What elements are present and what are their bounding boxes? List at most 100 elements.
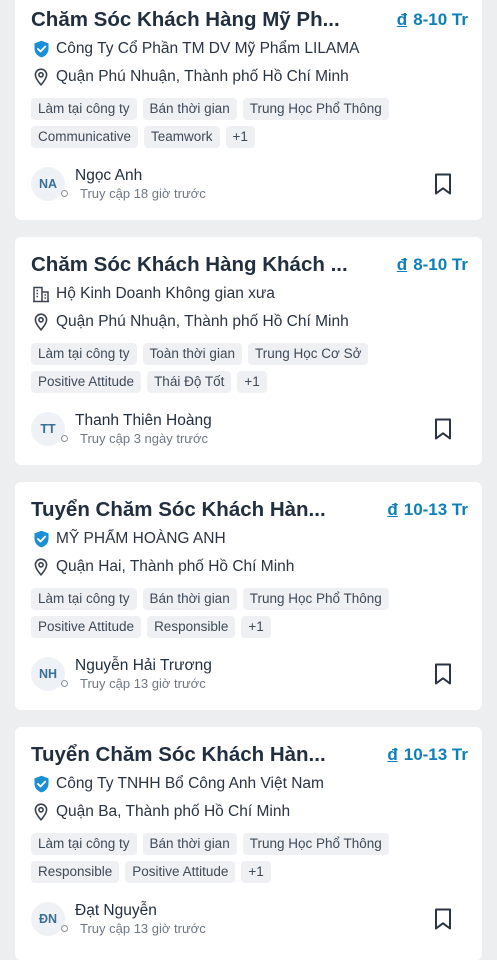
location-pin-icon <box>32 803 50 821</box>
location-pin-icon <box>32 558 50 576</box>
skill-tag: Positive Attitude <box>31 371 142 393</box>
skill-tag: Responsible <box>147 616 236 638</box>
bookmark-button[interactable] <box>430 905 456 933</box>
verified-check-icon <box>32 40 50 58</box>
tag: Bán thời gian <box>142 588 237 610</box>
currency-symbol: đ <box>387 745 398 764</box>
salary-range: đ 10-13 Tr <box>387 500 468 520</box>
recruiter-info: TT Thanh Thiên Hoàng Truy cập 3 ngày trư… <box>31 407 468 451</box>
bookmark-icon <box>435 663 451 685</box>
skill-tag-row: Communicative Teamwork +1 <box>31 126 472 148</box>
tag-row: Làm tại công ty Toàn thời gian Trung Học C… <box>31 343 472 365</box>
salary-value: 8-10 Tr <box>413 10 468 29</box>
recruiter-last-active: Truy cập 13 giờ trước <box>61 920 206 938</box>
more-tags-badge[interactable]: +1 <box>237 371 267 393</box>
tag: Bán thời gian <box>142 98 237 120</box>
bookmark-button[interactable] <box>430 660 456 688</box>
more-tags-badge[interactable]: +1 <box>241 616 271 638</box>
avatar: NH <box>31 657 65 691</box>
recruiter-name: Đạt Nguyễn <box>75 901 157 919</box>
skill-tag-row: Positive Attitude Thái Độ Tốt +1 <box>31 371 472 393</box>
salary-value: 10-13 Tr <box>403 745 468 764</box>
bookmark-icon <box>435 173 451 195</box>
company-name[interactable]: Công Ty Cổ Phần TM DV Mỹ Phẩm LILAMA <box>56 40 360 58</box>
location-row: Quận Phú Nhuận, Thành phố Hồ Chí Minh <box>32 68 468 86</box>
tag: Trung Học Phổ Thông <box>242 833 389 855</box>
job-header: Chăm Sóc Khách Hàng Mỹ Ph... đ 8-10 Tr <box>31 6 468 34</box>
currency-symbol: đ <box>396 10 408 29</box>
building-icon <box>32 285 50 303</box>
skill-tag: Positive Attitude <box>125 861 236 883</box>
bookmark-icon <box>435 908 451 930</box>
skill-tag-row: Responsible Positive Attitude +1 <box>31 861 472 883</box>
verified-check-icon <box>32 530 50 548</box>
skill-tag: Teamwork <box>144 126 220 148</box>
company-row: Công Ty TNHH Bổ Công Anh Việt Nam <box>32 775 468 793</box>
tag-row: Làm tại công ty Bán thời gian Trung Học Ph… <box>31 98 472 120</box>
tag: Toàn thời gian <box>142 343 242 365</box>
company-row: MỸ PHẨM HOÀNG ANH <box>32 530 468 548</box>
avatar: TT <box>31 412 65 446</box>
job-header: Tuyển Chăm Sóc Khách Hàn... đ 10-13 Tr <box>31 496 468 524</box>
job-card[interactable]: Chăm Sóc Khách Hàng Mỹ Ph... đ 8-10 Tr Cô… <box>15 0 482 220</box>
tag: Làm tại công ty <box>31 588 137 610</box>
job-card[interactable]: Tuyển Chăm Sóc Khách Hàn... đ 10-13 Tr Cô… <box>15 727 482 960</box>
recruiter-last-active: Truy cập 13 giờ trước <box>61 675 212 693</box>
skill-tag: Communicative <box>31 126 139 148</box>
job-list: Chăm Sóc Khách Hàng Mỹ Ph... đ 8-10 Tr Cô… <box>0 0 497 960</box>
skill-tag-row: Positive Attitude Responsible +1 <box>31 616 472 638</box>
recruiter-last-active: Truy cập 3 ngày trước <box>61 430 212 448</box>
job-title[interactable]: Chăm Sóc Khách Hàng Khách ... <box>31 253 348 277</box>
tag: Trung Học Phổ Thông <box>242 588 389 610</box>
job-title[interactable]: Chăm Sóc Khách Hàng Mỹ Ph... <box>31 8 340 32</box>
recruiter-info: NA Ngọc Anh Truy cập 18 giờ trước <box>31 162 468 206</box>
salary-range: đ 10-13 Tr <box>387 745 468 765</box>
salary-value: 10-13 Tr <box>403 500 468 519</box>
company-name[interactable]: Công Ty TNHH Bổ Công Anh Việt Nam <box>56 775 324 793</box>
recruiter-info: NH Nguyễn Hải Trương Truy cập 13 giờ trư… <box>31 652 468 696</box>
salary-value: 8-10 Tr <box>413 255 468 274</box>
job-location: Quận Phú Nhuận, Thành phố Hồ Chí Minh <box>56 313 349 330</box>
company-row: Công Ty Cổ Phần TM DV Mỹ Phẩm LILAMA <box>32 40 468 58</box>
bookmark-icon <box>435 418 451 440</box>
tag: Bán thời gian <box>142 833 237 855</box>
job-location: Quận Ba, Thành phố Hồ Chí Minh <box>56 803 291 820</box>
tag: Trung Học Cơ Sở <box>247 343 369 365</box>
recruiter-name: Thanh Thiên Hoàng <box>75 411 212 429</box>
location-pin-icon <box>32 313 50 331</box>
status-dot-icon <box>61 925 68 932</box>
job-card[interactable]: Chăm Sóc Khách Hàng Khách ... đ 8-10 Tr H… <box>15 237 482 465</box>
location-row: Quận Ba, Thành phố Hồ Chí Minh <box>32 803 468 821</box>
status-dot-icon <box>61 680 68 687</box>
job-title[interactable]: Tuyển Chăm Sóc Khách Hàn... <box>31 498 326 522</box>
bookmark-button[interactable] <box>430 170 456 198</box>
company-name[interactable]: Hộ Kinh Doanh Không gian xưa <box>56 285 275 303</box>
company-name[interactable]: MỸ PHẨM HOÀNG ANH <box>56 530 226 548</box>
tag-row: Làm tại công ty Bán thời gian Trung Học Ph… <box>31 588 472 610</box>
recruiter-last-active: Truy cập 18 giờ trước <box>61 185 206 203</box>
job-card[interactable]: Tuyển Chăm Sóc Khách Hàn... đ 10-13 Tr MỸ… <box>15 482 482 710</box>
salary-range: đ 8-10 Tr <box>397 255 468 275</box>
recruiter-name: Nguyễn Hải Trương <box>75 656 212 674</box>
status-dot-icon <box>61 190 68 197</box>
skill-tag: Thái Độ Tốt <box>147 371 232 393</box>
tag: Làm tại công ty <box>31 833 137 855</box>
bookmark-button[interactable] <box>430 415 456 443</box>
more-tags-badge[interactable]: +1 <box>241 861 271 883</box>
currency-symbol: đ <box>387 500 398 519</box>
salary-range: đ 8-10 Tr <box>397 10 468 30</box>
location-row: Quận Phú Nhuận, Thành phố Hồ Chí Minh <box>32 313 468 331</box>
job-header: Tuyển Chăm Sóc Khách Hàn... đ 10-13 Tr <box>31 741 468 769</box>
more-tags-badge[interactable]: +1 <box>225 126 255 148</box>
job-header: Chăm Sóc Khách Hàng Khách ... đ 8-10 Tr <box>31 251 468 279</box>
currency-symbol: đ <box>396 255 408 274</box>
recruiter-info: ĐN Đạt Nguyễn Truy cập 13 giờ trước <box>31 897 468 941</box>
tag: Trung Học Phổ Thông <box>242 98 389 120</box>
job-title[interactable]: Tuyển Chăm Sóc Khách Hàn... <box>31 743 326 767</box>
skill-tag: Responsible <box>31 861 120 883</box>
job-location: Quận Hai, Thành phố Hồ Chí Minh <box>56 558 295 575</box>
location-pin-icon <box>32 68 50 86</box>
verified-check-icon <box>32 775 50 793</box>
company-row: Hộ Kinh Doanh Không gian xưa <box>32 285 468 303</box>
recruiter-name: Ngọc Anh <box>75 166 143 184</box>
